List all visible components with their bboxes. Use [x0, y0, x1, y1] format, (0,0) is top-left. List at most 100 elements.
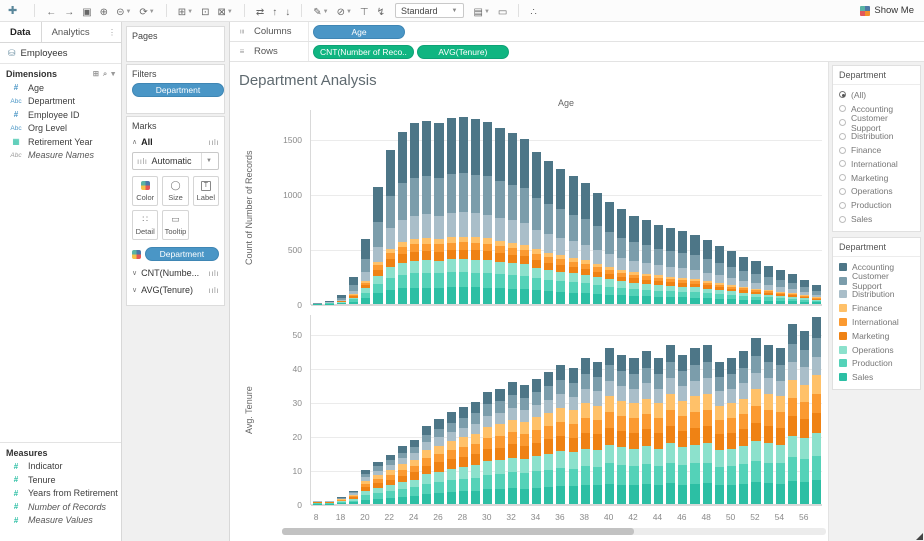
stacked-bar[interactable]	[654, 225, 663, 304]
stacked-bar[interactable]	[532, 152, 541, 304]
stacked-bar[interactable]	[386, 150, 395, 304]
stacked-bar[interactable]	[313, 501, 322, 504]
size-button[interactable]: ◯Size	[162, 176, 188, 206]
stacked-bar[interactable]	[495, 128, 504, 304]
shelf-pill[interactable]: CNT(Number of Reco..	[313, 45, 414, 59]
stacked-bar[interactable]	[703, 345, 712, 504]
stacked-bar[interactable]	[495, 389, 504, 504]
sort-ascending-icon[interactable]: ↑	[268, 6, 281, 19]
color-pill-department[interactable]: Department	[145, 247, 219, 261]
window-resize-handle[interactable]	[916, 533, 923, 540]
stacked-bar[interactable]	[434, 419, 443, 504]
undo-icon[interactable]: ←	[42, 6, 60, 19]
stacked-bar[interactable]	[508, 133, 517, 304]
tab-analytics[interactable]: Analytics	[42, 22, 100, 42]
datasource-item[interactable]: ⛁ Employees	[0, 43, 121, 64]
legend-item[interactable]: Operations	[839, 343, 914, 357]
stacked-bar[interactable]	[715, 246, 724, 304]
stacked-bar[interactable]	[447, 412, 456, 504]
stacked-bar[interactable]	[337, 497, 346, 504]
stacked-bar[interactable]	[629, 216, 638, 304]
highlight-icon[interactable]: ✎▼	[309, 6, 332, 19]
stacked-bar[interactable]	[569, 368, 578, 504]
stacked-bar[interactable]	[373, 187, 382, 304]
stacked-bar[interactable]	[642, 351, 651, 504]
stacked-bar[interactable]	[361, 239, 370, 304]
show-me-button[interactable]: Show Me	[860, 5, 916, 16]
stacked-bar[interactable]	[544, 161, 553, 304]
shelf-pill[interactable]: Age	[313, 25, 405, 39]
stacked-bar[interactable]	[800, 331, 809, 504]
stacked-bar[interactable]	[434, 123, 443, 304]
swap-rows-columns-icon[interactable]: ⇄	[252, 6, 268, 19]
clear-sheet-icon[interactable]: ⊠▼	[213, 6, 236, 19]
stacked-bar[interactable]	[642, 220, 651, 304]
tooltip-button[interactable]: ▭Tooltip	[162, 210, 188, 240]
stacked-bar[interactable]	[349, 490, 358, 504]
filter-option[interactable]: (All)	[839, 88, 914, 102]
stacked-bar[interactable]	[325, 501, 334, 504]
share-icon[interactable]: ∴	[526, 6, 540, 19]
stacked-bar[interactable]	[690, 348, 699, 504]
stacked-bar[interactable]	[751, 338, 760, 504]
stacked-bar[interactable]	[373, 462, 382, 504]
filter-option[interactable]: Operations	[839, 185, 914, 199]
stacked-bar[interactable]	[422, 426, 431, 504]
stacked-bar[interactable]	[812, 285, 821, 304]
search-icon[interactable]: ⌕	[103, 69, 107, 79]
field-item[interactable]: ▦Retirement Year	[0, 135, 121, 149]
view-as-grid-icon[interactable]: ⊞	[93, 69, 99, 79]
field-item[interactable]: AbcMeasure Names	[0, 149, 121, 163]
filter-option[interactable]: Production	[839, 198, 914, 212]
stacked-bar[interactable]	[398, 132, 407, 304]
stacked-bar[interactable]	[410, 440, 419, 504]
stacked-bar[interactable]	[617, 209, 626, 304]
shelf-pill[interactable]: AVG(Tenure)	[417, 45, 509, 59]
pause-auto-updates-icon[interactable]: ⊝▼	[112, 6, 135, 19]
field-item[interactable]: AbcDepartment	[0, 95, 121, 109]
field-item[interactable]: #Measure Values	[0, 514, 121, 528]
stacked-bar[interactable]	[337, 295, 346, 304]
stacked-bar[interactable]	[459, 117, 468, 304]
run-auto-updates-icon[interactable]: ⟳▼	[135, 6, 158, 19]
stacked-bar[interactable]	[544, 372, 553, 504]
legend-item[interactable]: Finance	[839, 301, 914, 315]
redo-icon[interactable]: →	[60, 6, 78, 19]
field-item[interactable]: AbcOrg Level	[0, 122, 121, 136]
stacked-bar[interactable]	[764, 265, 773, 304]
stacked-bar[interactable]	[398, 446, 407, 504]
stacked-bar[interactable]	[386, 455, 395, 504]
stacked-bar[interactable]	[629, 358, 638, 504]
stacked-bar[interactable]	[605, 202, 614, 304]
marks-measure-row[interactable]: ∨AVG(Tenure)ıılı	[132, 285, 219, 295]
stacked-bar[interactable]	[483, 122, 492, 304]
stacked-bar[interactable]	[349, 277, 358, 304]
stacked-bar[interactable]	[471, 119, 480, 304]
detail-button[interactable]: ∷Detail	[132, 210, 158, 240]
field-item[interactable]: #Number of Records	[0, 500, 121, 514]
stacked-bar[interactable]	[556, 169, 565, 305]
horizontal-scrollbar-thumb[interactable]	[282, 528, 634, 535]
stacked-bar[interactable]	[776, 270, 785, 304]
stacked-bar[interactable]	[764, 345, 773, 504]
stacked-bar[interactable]	[776, 348, 785, 504]
new-worksheet-icon[interactable]: ⊞▼	[174, 6, 197, 19]
stacked-bar[interactable]	[483, 392, 492, 504]
pane-options-icon[interactable]: ⋮	[103, 22, 121, 42]
pages-card[interactable]: Pages	[126, 26, 225, 62]
stacked-bar[interactable]	[325, 301, 334, 304]
stacked-bar[interactable]	[593, 193, 602, 304]
stacked-bar[interactable]	[788, 274, 797, 304]
stacked-bar[interactable]	[410, 123, 419, 304]
stacked-bar[interactable]	[727, 251, 736, 304]
stacked-bar[interactable]	[788, 324, 797, 504]
stacked-bar[interactable]	[459, 407, 468, 504]
rows-shelf[interactable]: ≡ Rows CNT(Number of Reco..AVG(Tenure)	[230, 42, 924, 62]
stacked-bar[interactable]	[678, 231, 687, 304]
legend-item[interactable]: Sales	[839, 370, 914, 384]
stacked-bar[interactable]	[800, 280, 809, 304]
stacked-bar[interactable]	[654, 358, 663, 504]
presentation-mode-icon[interactable]: ▭	[494, 6, 511, 19]
filter-option[interactable]: Sales	[839, 212, 914, 226]
stacked-bar[interactable]	[727, 358, 736, 504]
